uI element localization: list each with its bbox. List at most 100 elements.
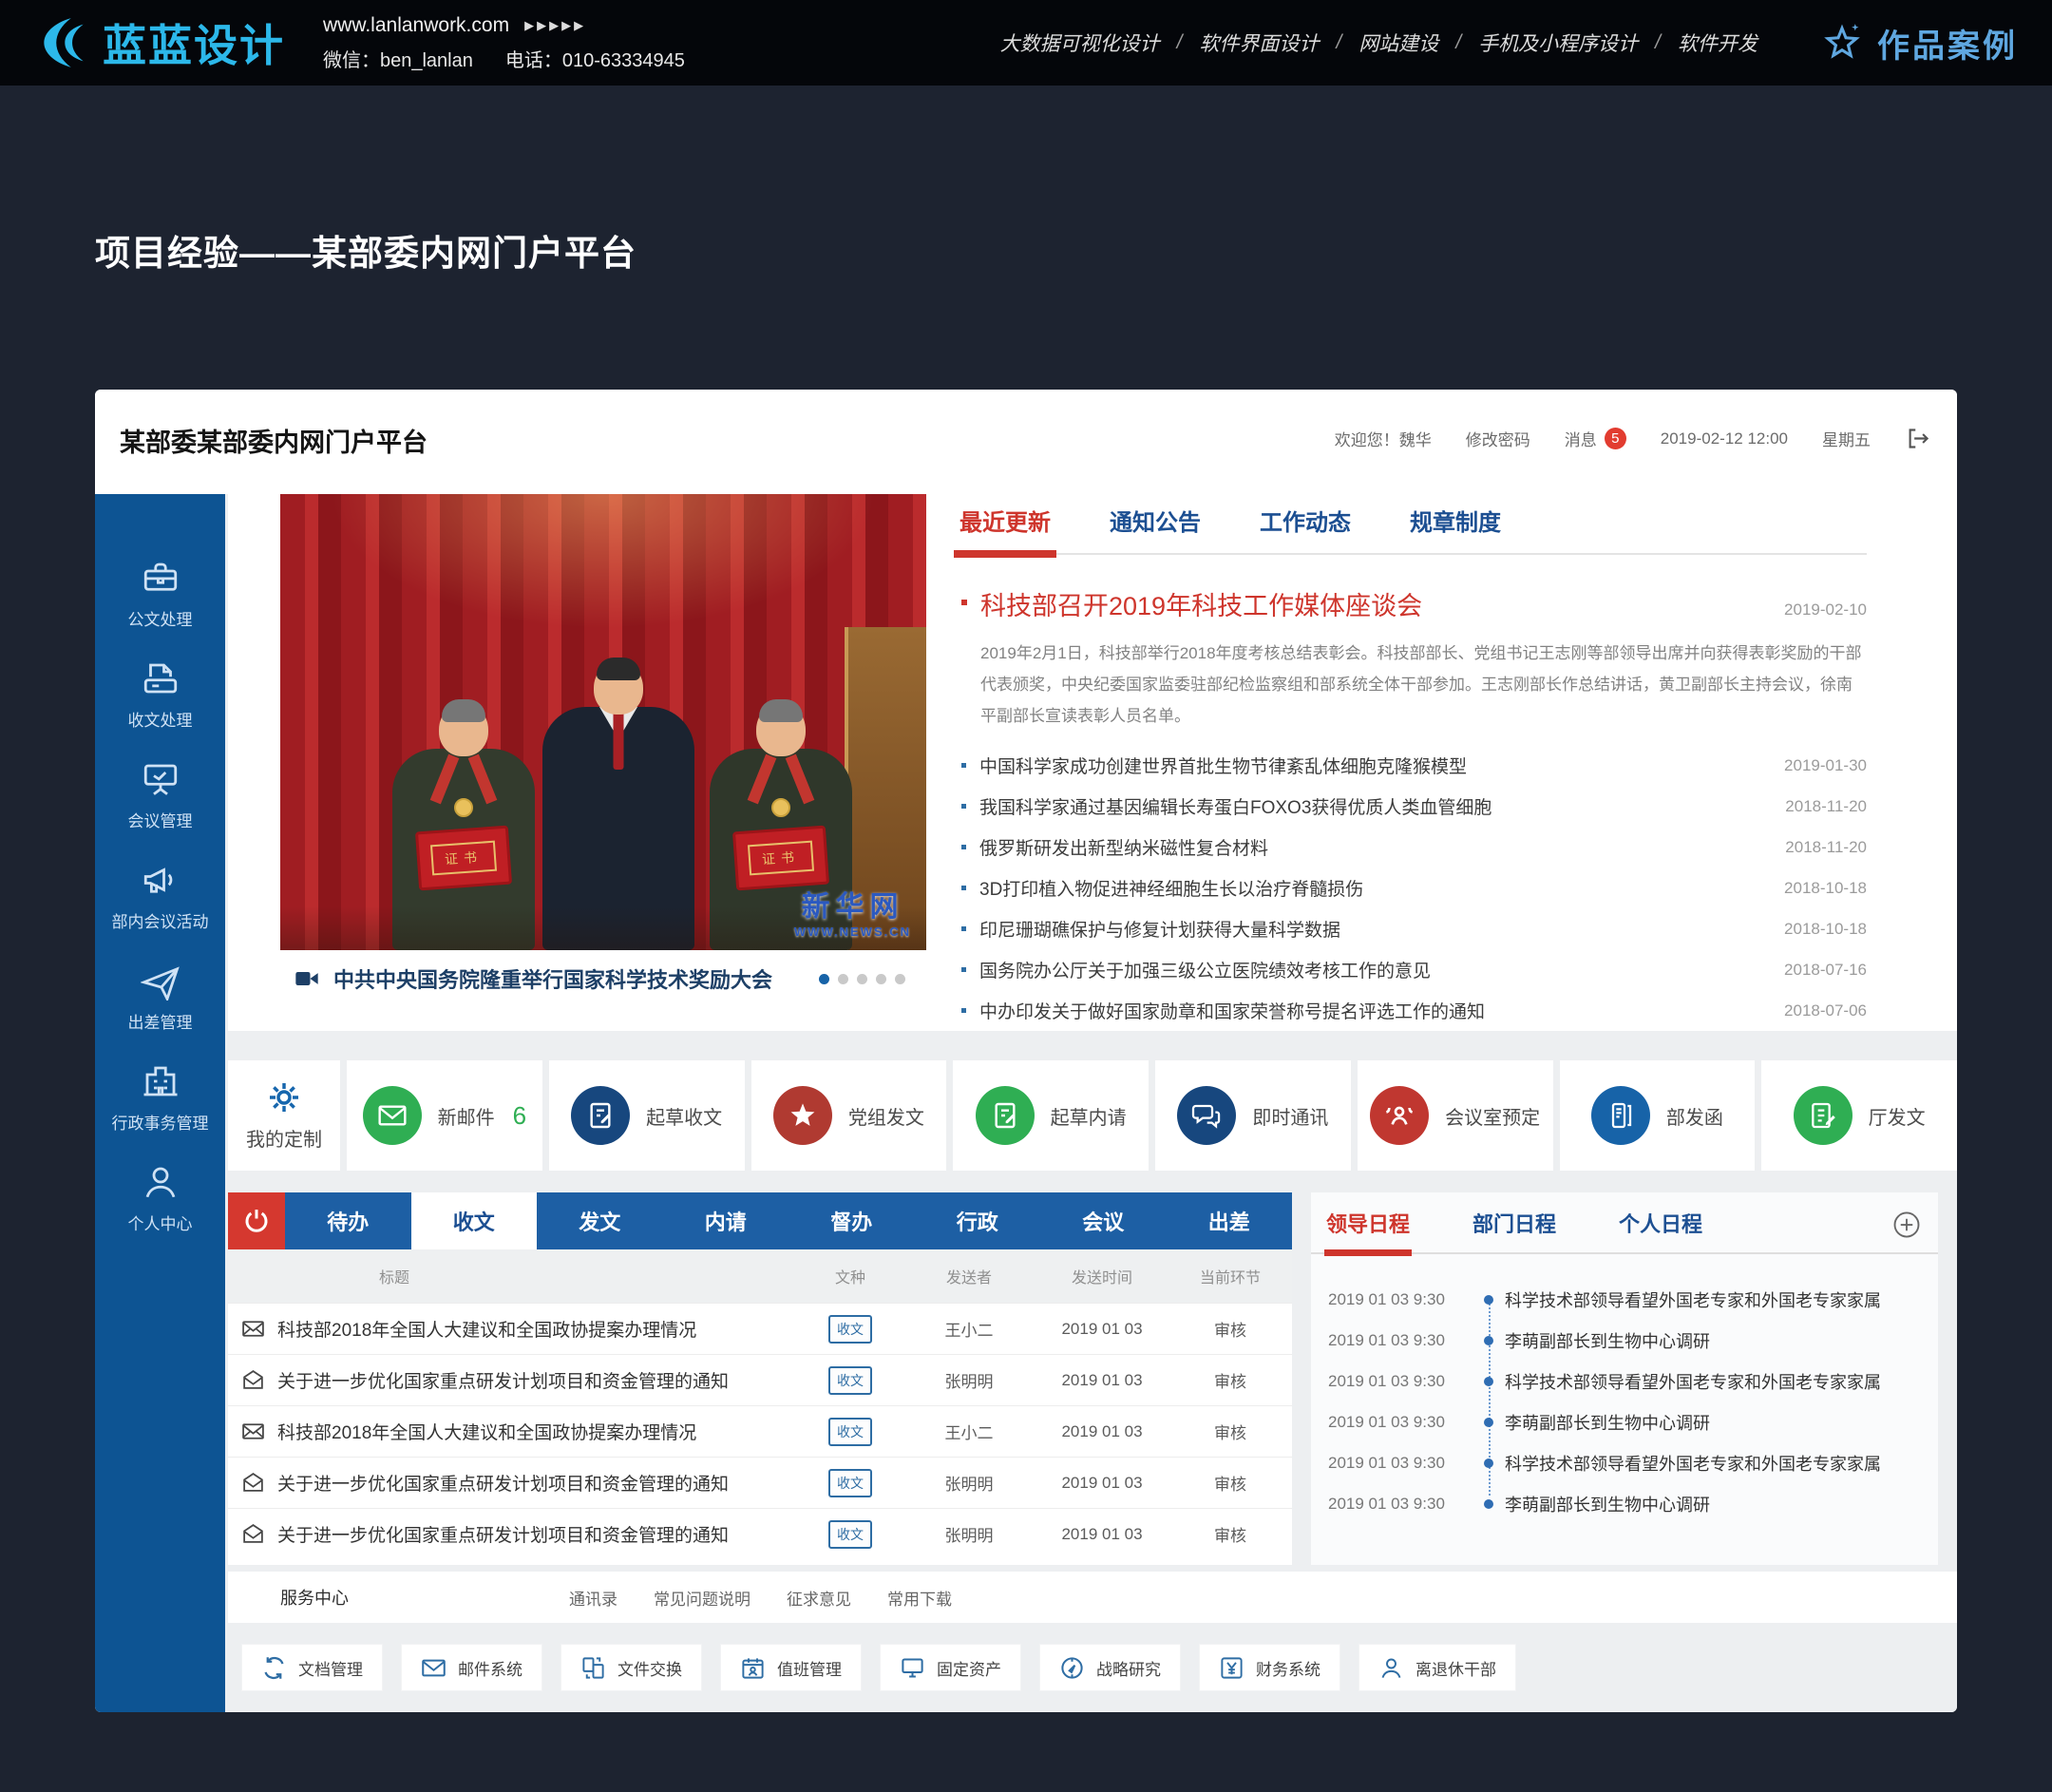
- service-center-label[interactable]: 服务中心: [280, 1585, 349, 1610]
- sidebar-item-incoming-docs[interactable]: 收文处理: [95, 644, 225, 745]
- sidebar-item-document-processing[interactable]: 公文处理: [95, 543, 225, 644]
- link-contacts[interactable]: 通讯录: [569, 1586, 618, 1610]
- nav-item-dataviz[interactable]: 大数据可视化设计: [1000, 29, 1160, 57]
- carousel-dot[interactable]: [876, 974, 886, 984]
- app-document-management[interactable]: 文档管理: [241, 1644, 383, 1691]
- change-password-link[interactable]: 修改密码: [1466, 427, 1530, 450]
- tab-admin[interactable]: 行政: [915, 1192, 1041, 1249]
- nav-item-mobile[interactable]: 手机及小程序设计: [1478, 29, 1638, 57]
- schedule-text[interactable]: 李萌副部长到生物中心调研: [1505, 1410, 1710, 1435]
- carousel-dot[interactable]: [838, 974, 848, 984]
- schedule-item[interactable]: 2019 01 03 9:30 李萌副部长到生物中心调研: [1328, 1320, 1928, 1361]
- doc-type-badge[interactable]: 收文: [828, 1418, 872, 1446]
- app-fixed-assets[interactable]: 固定资产: [880, 1644, 1021, 1691]
- app-file-exchange[interactable]: 文件交换: [560, 1644, 702, 1691]
- news-title[interactable]: 我国科学家通过基因编辑长寿蛋白FOXO3获得优质人类血管细胞: [979, 793, 1766, 819]
- row-title[interactable]: 关于进一步优化国家重点研发计划项目和资金管理的通知: [277, 1367, 729, 1393]
- schedule-text[interactable]: 李萌副部长到生物中心调研: [1505, 1328, 1710, 1353]
- tab-supervision[interactable]: 督办: [788, 1192, 915, 1249]
- table-row[interactable]: 关于进一步优化国家重点研发计划项目和资金管理的通知 收文 张明明 2019 01…: [228, 1457, 1292, 1508]
- schedule-item[interactable]: 2019 01 03 9:30 李萌副部长到生物中心调研: [1328, 1401, 1928, 1442]
- tab-meeting[interactable]: 会议: [1040, 1192, 1167, 1249]
- row-title[interactable]: 关于进一步优化国家重点研发计划项目和资金管理的通知: [277, 1521, 729, 1547]
- add-schedule-icon[interactable]: [1892, 1211, 1921, 1239]
- row-title[interactable]: 科技部2018年全国人大建议和全国政协提案办理情况: [277, 1316, 696, 1342]
- news-title[interactable]: 中办印发关于做好国家勋章和国家荣誉称号提名评选工作的通知: [979, 998, 1765, 1023]
- my-custom-button[interactable]: 我的定制: [228, 1060, 340, 1171]
- power-icon[interactable]: [228, 1192, 285, 1249]
- doc-type-badge[interactable]: 收文: [828, 1469, 872, 1497]
- hero-photo[interactable]: 证书 证书 新华网: [280, 494, 926, 950]
- nav-item-website[interactable]: 网站建设: [1358, 29, 1438, 57]
- table-row[interactable]: 关于进一步优化国家重点研发计划项目和资金管理的通知 收文 张明明 2019 01…: [228, 1508, 1292, 1559]
- carousel-dot[interactable]: [857, 974, 867, 984]
- party-doc-button[interactable]: 党组发文: [751, 1060, 947, 1171]
- doc-type-badge[interactable]: 收文: [828, 1366, 872, 1395]
- doc-type-badge[interactable]: 收文: [828, 1315, 872, 1344]
- meeting-room-booking-button[interactable]: 会议室预定: [1358, 1060, 1553, 1171]
- tab-regulations[interactable]: 规章制度: [1410, 504, 1501, 553]
- app-duty-management[interactable]: 值班管理: [720, 1644, 862, 1691]
- app-finance-system[interactable]: 财务系统: [1199, 1644, 1340, 1691]
- news-title[interactable]: 俄罗斯研发出新型纳米磁性复合材料: [979, 834, 1766, 860]
- news-title[interactable]: 中国科学家成功创建世界首批生物节律紊乱体细胞克隆猴模型: [979, 753, 1765, 778]
- schedule-item[interactable]: 2019 01 03 9:30 李萌副部长到生物中心调研: [1328, 1483, 1928, 1524]
- portfolio-button[interactable]: 作品案例: [1820, 20, 2018, 67]
- row-title[interactable]: 科技部2018年全国人大建议和全国政协提案办理情况: [277, 1419, 696, 1444]
- sidebar-item-internal-meetings[interactable]: 部内会议活动: [95, 846, 225, 946]
- website-link[interactable]: www.lanlanwork.com: [323, 14, 509, 37]
- link-faq[interactable]: 常见问题说明: [654, 1586, 750, 1610]
- tab-todo[interactable]: 待办: [285, 1192, 411, 1249]
- tab-personal-schedule[interactable]: 个人日程: [1619, 1208, 1702, 1252]
- table-row[interactable]: 科技部2018年全国人大建议和全国政协提案办理情况 收文 王小二 2019 01…: [228, 1303, 1292, 1354]
- news-title[interactable]: 印尼珊瑚礁保护与修复计划获得大量科学数据: [979, 916, 1765, 942]
- news-title[interactable]: 3D打印植入物促进神经细胞生长以治疗脊髓损伤: [979, 875, 1765, 901]
- tab-internal-request[interactable]: 内请: [663, 1192, 789, 1249]
- news-list-item[interactable]: 中办印发关于做好国家勋章和国家荣誉称号提名评选工作的通知 2018-07-06: [960, 990, 1867, 1031]
- schedule-item[interactable]: 2019 01 03 9:30 科学技术部领导看望外国老专家和外国老专家家属: [1328, 1442, 1928, 1483]
- ministry-letter-button[interactable]: 部发函: [1560, 1060, 1756, 1171]
- link-downloads[interactable]: 常用下载: [887, 1586, 952, 1610]
- tab-recent-updates[interactable]: 最近更新: [960, 504, 1051, 553]
- sidebar-item-meeting-management[interactable]: 会议管理: [95, 745, 225, 846]
- tab-incoming[interactable]: 收文: [411, 1192, 538, 1249]
- schedule-text[interactable]: 科学技术部领导看望外国老专家和外国老专家家属: [1505, 1287, 1881, 1312]
- news-list-item[interactable]: 中国科学家成功创建世界首批生物节律紊乱体细胞克隆猴模型 2019-01-30: [960, 745, 1867, 786]
- news-list-item[interactable]: 俄罗斯研发出新型纳米磁性复合材料 2018-11-20: [960, 827, 1867, 867]
- office-doc-button[interactable]: 厅发文: [1761, 1060, 1957, 1171]
- draft-incoming-button[interactable]: 起草收文: [549, 1060, 745, 1171]
- app-strategy-research[interactable]: 战略研究: [1039, 1644, 1181, 1691]
- nav-item-dev[interactable]: 软件开发: [1678, 29, 1758, 57]
- schedule-text[interactable]: 科学技术部领导看望外国老专家和外国老专家家属: [1505, 1451, 1881, 1476]
- carousel-caption[interactable]: 中共中央国务院隆重举行国家科学技术奖励大会: [333, 963, 819, 994]
- tab-outgoing[interactable]: 发文: [537, 1192, 663, 1249]
- tab-travel[interactable]: 出差: [1167, 1192, 1293, 1249]
- news-list-item[interactable]: 我国科学家通过基因编辑长寿蛋白FOXO3获得优质人类血管细胞 2018-11-2…: [960, 786, 1867, 827]
- news-title[interactable]: 国务院办公厅关于加强三级公立医院绩效考核工作的意见: [979, 957, 1765, 982]
- news-list-item[interactable]: 3D打印植入物促进神经细胞生长以治疗脊髓损伤 2018-10-18: [960, 867, 1867, 908]
- app-mail-system[interactable]: 邮件系统: [401, 1644, 542, 1691]
- sidebar-item-admin-affairs[interactable]: 行政事务管理: [95, 1047, 225, 1148]
- tab-notices[interactable]: 通知公告: [1110, 504, 1201, 553]
- sidebar-item-personal-center[interactable]: 个人中心: [95, 1148, 225, 1249]
- news-list-item[interactable]: 国务院办公厅关于加强三级公立医院绩效考核工作的意见 2018-07-16: [960, 949, 1867, 990]
- carousel-dot[interactable]: [819, 974, 829, 984]
- schedule-item[interactable]: 2019 01 03 9:30 科学技术部领导看望外国老专家和外国老专家家属: [1328, 1361, 1928, 1401]
- new-mail-button[interactable]: 新邮件 6: [347, 1060, 542, 1171]
- carousel-dot[interactable]: [895, 974, 905, 984]
- schedule-item[interactable]: 2019 01 03 9:30 科学技术部领导看望外国老专家和外国老专家家属: [1328, 1279, 1928, 1320]
- link-feedback[interactable]: 征求意见: [787, 1586, 851, 1610]
- nav-item-software-ui[interactable]: 软件界面设计: [1199, 29, 1319, 57]
- tab-department-schedule[interactable]: 部门日程: [1472, 1208, 1556, 1252]
- featured-article[interactable]: 科技部召开2019年科技工作媒体座谈会 2019-02-10: [960, 585, 1867, 622]
- table-row[interactable]: 科技部2018年全国人大建议和全国政协提案办理情况 收文 王小二 2019 01…: [228, 1405, 1292, 1457]
- row-title[interactable]: 关于进一步优化国家重点研发计划项目和资金管理的通知: [277, 1470, 729, 1496]
- news-list-item[interactable]: 印尼珊瑚礁保护与修复计划获得大量科学数据 2018-10-18: [960, 908, 1867, 949]
- doc-type-badge[interactable]: 收文: [828, 1520, 872, 1549]
- instant-message-button[interactable]: 即时通讯: [1155, 1060, 1351, 1171]
- app-retired-cadres[interactable]: 离退休干部: [1358, 1644, 1516, 1691]
- featured-title[interactable]: 科技部召开2019年科技工作媒体座谈会: [980, 585, 1765, 622]
- messages-link[interactable]: 消息 5: [1565, 427, 1626, 450]
- logout-icon[interactable]: [1905, 426, 1930, 451]
- table-row[interactable]: 关于进一步优化国家重点研发计划项目和资金管理的通知 收文 张明明 2019 01…: [228, 1354, 1292, 1405]
